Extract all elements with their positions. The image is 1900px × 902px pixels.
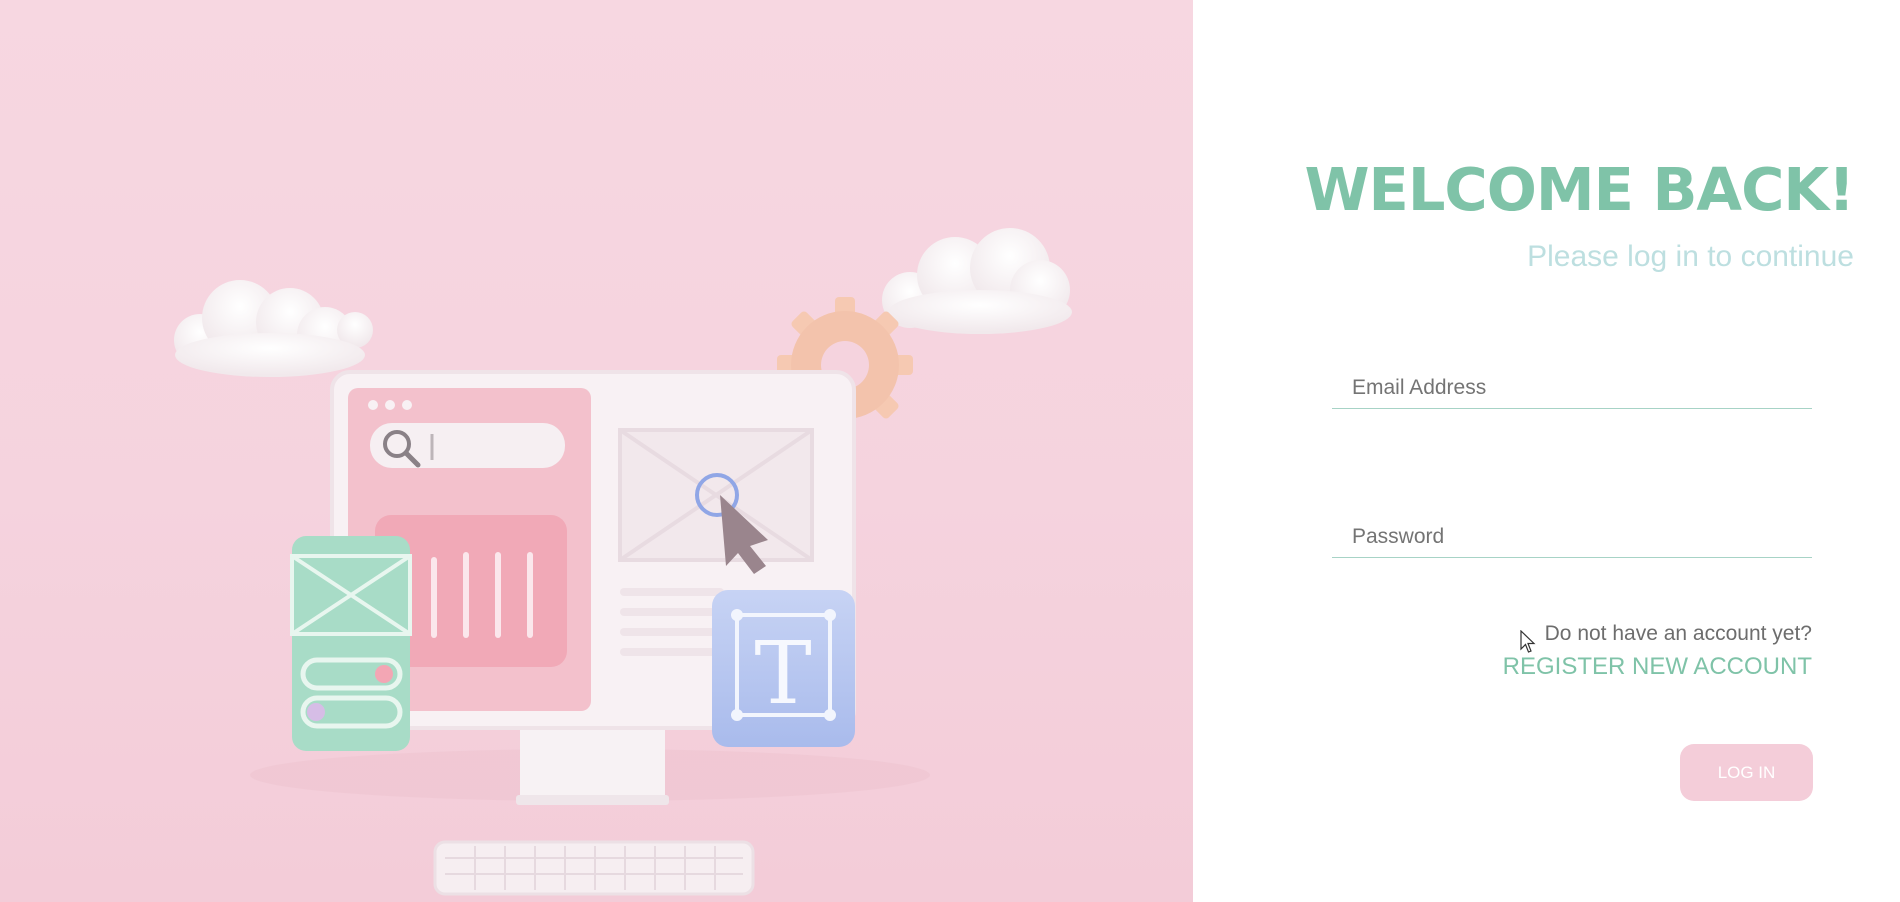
cloud-left-icon	[174, 280, 373, 377]
page-title: WELCOME BACK!	[1304, 155, 1855, 224]
password-field-wrapper	[1332, 517, 1812, 558]
hero-illustration-graphic: T	[174, 228, 1072, 896]
search-bar-illustration	[370, 423, 565, 468]
register-link[interactable]: REGISTER NEW ACCOUNT	[1503, 653, 1812, 681]
register-prompt: Do not have an account yet?	[1544, 622, 1812, 645]
page-subtitle: Please log in to continue	[1527, 240, 1854, 273]
password-field[interactable]	[1332, 517, 1812, 557]
email-field[interactable]	[1332, 368, 1812, 408]
monitor-stand	[520, 720, 665, 802]
cloud-right-icon	[882, 228, 1072, 334]
hero-illustration: T	[0, 0, 1193, 902]
keyboard-icon	[433, 840, 755, 896]
login-button[interactable]: LOG IN	[1680, 744, 1813, 801]
image-placeholder-icon	[618, 428, 814, 562]
login-panel: WELCOME BACK! Please log in to continue …	[1193, 0, 1900, 902]
monitor-base	[516, 795, 669, 805]
email-field-wrapper	[1332, 368, 1812, 409]
mouse-cursor-icon	[1520, 630, 1536, 653]
text-tool-letter: T	[754, 624, 811, 724]
